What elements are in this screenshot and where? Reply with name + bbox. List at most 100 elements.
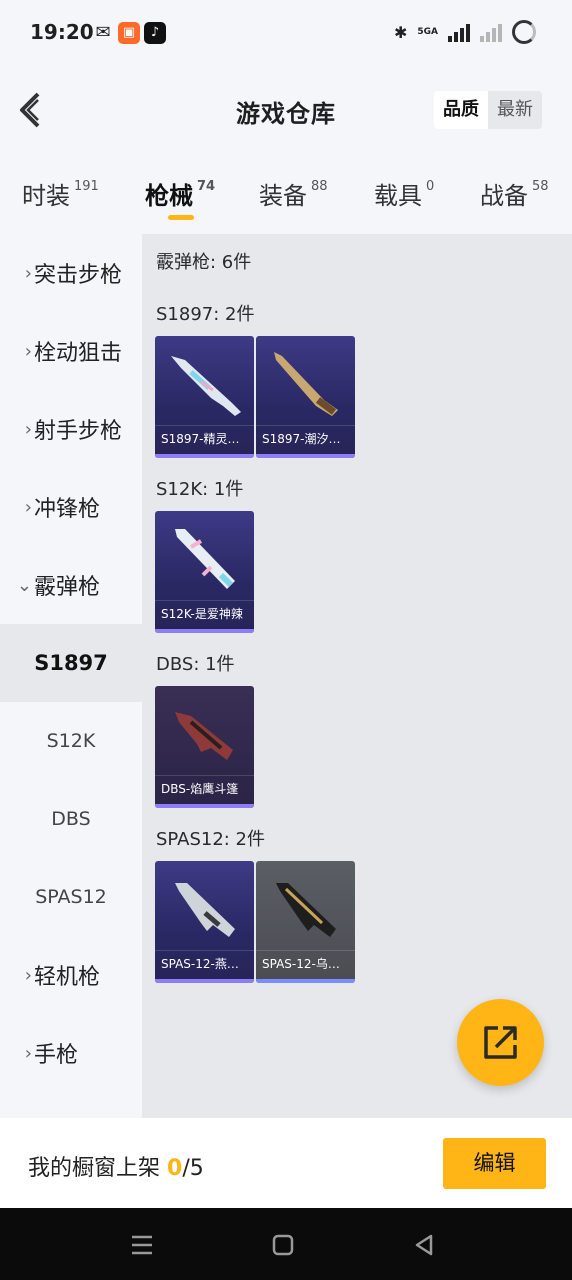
menu-icon[interactable] <box>127 1230 157 1260</box>
bluetooth-icon: ✱ <box>393 22 408 42</box>
sidebar-item-assault-rifle[interactable]: › 突击步枪 <box>0 234 142 312</box>
tab-label: 载具 <box>374 182 422 210</box>
weapon-card[interactable]: DBS-焰鹰斗篷 <box>155 686 254 808</box>
showcase-total-count: /5 <box>182 1156 204 1181</box>
chevron-right-icon: › <box>24 1042 32 1064</box>
weapon-card[interactable]: S1897-潮汐… <box>256 336 355 458</box>
signal-icon <box>480 22 502 42</box>
tab-count: 74 <box>197 179 216 194</box>
sidebar-item-label: 手枪 <box>34 1043 79 1068</box>
title-bar: 游戏仓库 品质 最新 <box>0 70 572 150</box>
weapon-card[interactable]: SPAS-12-乌… <box>256 861 355 983</box>
sidebar-item-shotgun[interactable]: ⌄ 霰弹枪 <box>0 546 142 624</box>
chevron-right-icon: › <box>24 262 32 284</box>
status-bar: 19:20 ✉ ▣ ♪ ✱ 5GA <box>0 0 572 68</box>
rarity-bar <box>256 979 355 983</box>
tab-weapons[interactable]: 枪械 74 <box>145 176 215 211</box>
tab-count: 58 <box>532 179 549 194</box>
tab-supplies[interactable]: 战备 58 <box>480 176 549 211</box>
weapon-name: DBS-焰鹰斗篷 <box>155 775 254 802</box>
sidebar-item-marksman-rifle[interactable]: › 射手步枪 <box>0 390 142 468</box>
chevron-right-icon: › <box>24 964 32 986</box>
sidebar-item-label: 轻机枪 <box>34 965 101 990</box>
tab-label: 枪械 <box>145 182 193 210</box>
loading-icon <box>512 20 536 44</box>
status-indicators: ✱ 5GA <box>394 20 536 44</box>
sort-quality-button[interactable]: 品质 <box>434 91 488 129</box>
weapon-name: SPAS-12-乌… <box>256 950 355 977</box>
sidebar-item-label: DBS <box>51 808 91 830</box>
wechat-icon: ✉ <box>95 22 111 43</box>
group-label-dbs: DBS: 1件 <box>156 654 235 675</box>
sidebar-item-label: 射手步枪 <box>34 419 123 444</box>
sidebar-item-label: S12K <box>46 730 96 752</box>
shotgun-image <box>175 529 235 589</box>
weapon-card[interactable]: S12K-是爱神辣 <box>155 511 254 633</box>
shotgun-image <box>175 883 235 937</box>
home-icon[interactable] <box>268 1230 298 1260</box>
shotgun-image <box>171 356 241 416</box>
app-icon: ▣ <box>118 22 140 44</box>
rarity-bar <box>155 979 254 983</box>
weapon-card[interactable]: SPAS-12-燕… <box>155 861 254 983</box>
rarity-bar <box>155 629 254 633</box>
sidebar-item-pistol[interactable]: › 手枪 <box>0 1014 142 1092</box>
showcase-bar: 我的橱窗上架 0/5 编辑 <box>0 1118 572 1208</box>
sidebar-item-dbs[interactable]: DBS <box>0 780 142 858</box>
chevron-down-icon: ⌄ <box>16 574 32 596</box>
tab-label: 装备 <box>259 182 307 210</box>
tab-count: 0 <box>426 179 435 194</box>
sort-toggle: 品质 最新 <box>434 91 542 129</box>
tab-vehicles[interactable]: 载具 0 <box>374 176 434 211</box>
system-nav-bar <box>0 1208 572 1280</box>
category-tabs: 时装 191 枪械 74 装备 88 载具 0 战备 58 <box>0 170 572 226</box>
active-tab-indicator <box>168 215 194 220</box>
weapon-type-sidebar: › 突击步枪 › 栓动狙击 › 射手步枪 › 冲锋枪 ⌄ 霰弹枪 S1897 S12K D… <box>0 234 142 1118</box>
tab-count: 191 <box>74 179 99 194</box>
sidebar-item-label: 霰弹枪 <box>34 575 101 600</box>
tab-count: 88 <box>311 179 328 194</box>
weapon-card[interactable]: S1897-精灵… <box>155 336 254 458</box>
shotgun-image <box>274 352 338 416</box>
showcase-label: 我的橱窗上架 0/5 <box>28 1150 204 1182</box>
weapon-name: S1897-潮汐… <box>256 425 355 452</box>
chevron-right-icon: › <box>24 496 32 518</box>
weapon-name: SPAS-12-燕… <box>155 950 254 977</box>
sidebar-item-label: 冲锋枪 <box>34 497 101 522</box>
sort-newest-button[interactable]: 最新 <box>488 91 542 129</box>
share-icon <box>484 1026 517 1059</box>
shotgun-image <box>175 712 233 760</box>
sidebar-item-bolt-sniper[interactable]: › 栓动狙击 <box>0 312 142 390</box>
sidebar-item-label: S1897 <box>34 651 108 675</box>
sidebar-item-smg[interactable]: › 冲锋枪 <box>0 468 142 546</box>
status-time: 19:20 <box>30 20 94 44</box>
sidebar-item-lmg[interactable]: › 轻机枪 <box>0 936 142 1014</box>
weapon-name: S1897-精灵… <box>155 425 254 452</box>
showcase-current-count: 0 <box>167 1156 183 1181</box>
signal-icon <box>448 22 470 42</box>
sidebar-item-spas12[interactable]: SPAS12 <box>0 858 142 936</box>
tab-equipment[interactable]: 装备 88 <box>259 176 328 211</box>
sidebar-item-label: 栓动狙击 <box>34 341 123 366</box>
showcase-label-text: 我的橱窗上架 <box>28 1156 167 1181</box>
shotgun-total-label: 霰弹枪: 6件 <box>156 252 252 273</box>
back-nav-icon[interactable] <box>409 1230 439 1260</box>
share-button[interactable] <box>457 999 544 1086</box>
chevron-right-icon: › <box>24 340 32 362</box>
sidebar-item-label: SPAS12 <box>35 886 107 908</box>
tab-label: 时装 <box>22 182 70 210</box>
network-type-label: 5GA <box>417 27 438 37</box>
weapon-list: 霰弹枪: 6件 S1897: 2件 S1897-精灵… S1897-潮汐… S1… <box>142 234 572 1118</box>
sidebar-item-s1897[interactable]: S1897 <box>0 624 142 702</box>
weapon-name: S12K-是爱神辣 <box>155 600 254 627</box>
sidebar-item-label: 突击步枪 <box>34 263 123 288</box>
tab-label: 战备 <box>480 182 528 210</box>
edit-button[interactable]: 编辑 <box>443 1138 546 1189</box>
rarity-bar <box>155 454 254 458</box>
group-label-s12k: S12K: 1件 <box>156 479 244 500</box>
chevron-right-icon: › <box>24 418 32 440</box>
tab-fashion[interactable]: 时装 191 <box>22 176 99 211</box>
rarity-bar <box>155 804 254 808</box>
group-label-spas12: SPAS12: 2件 <box>156 829 266 850</box>
sidebar-item-s12k[interactable]: S12K <box>0 702 142 780</box>
